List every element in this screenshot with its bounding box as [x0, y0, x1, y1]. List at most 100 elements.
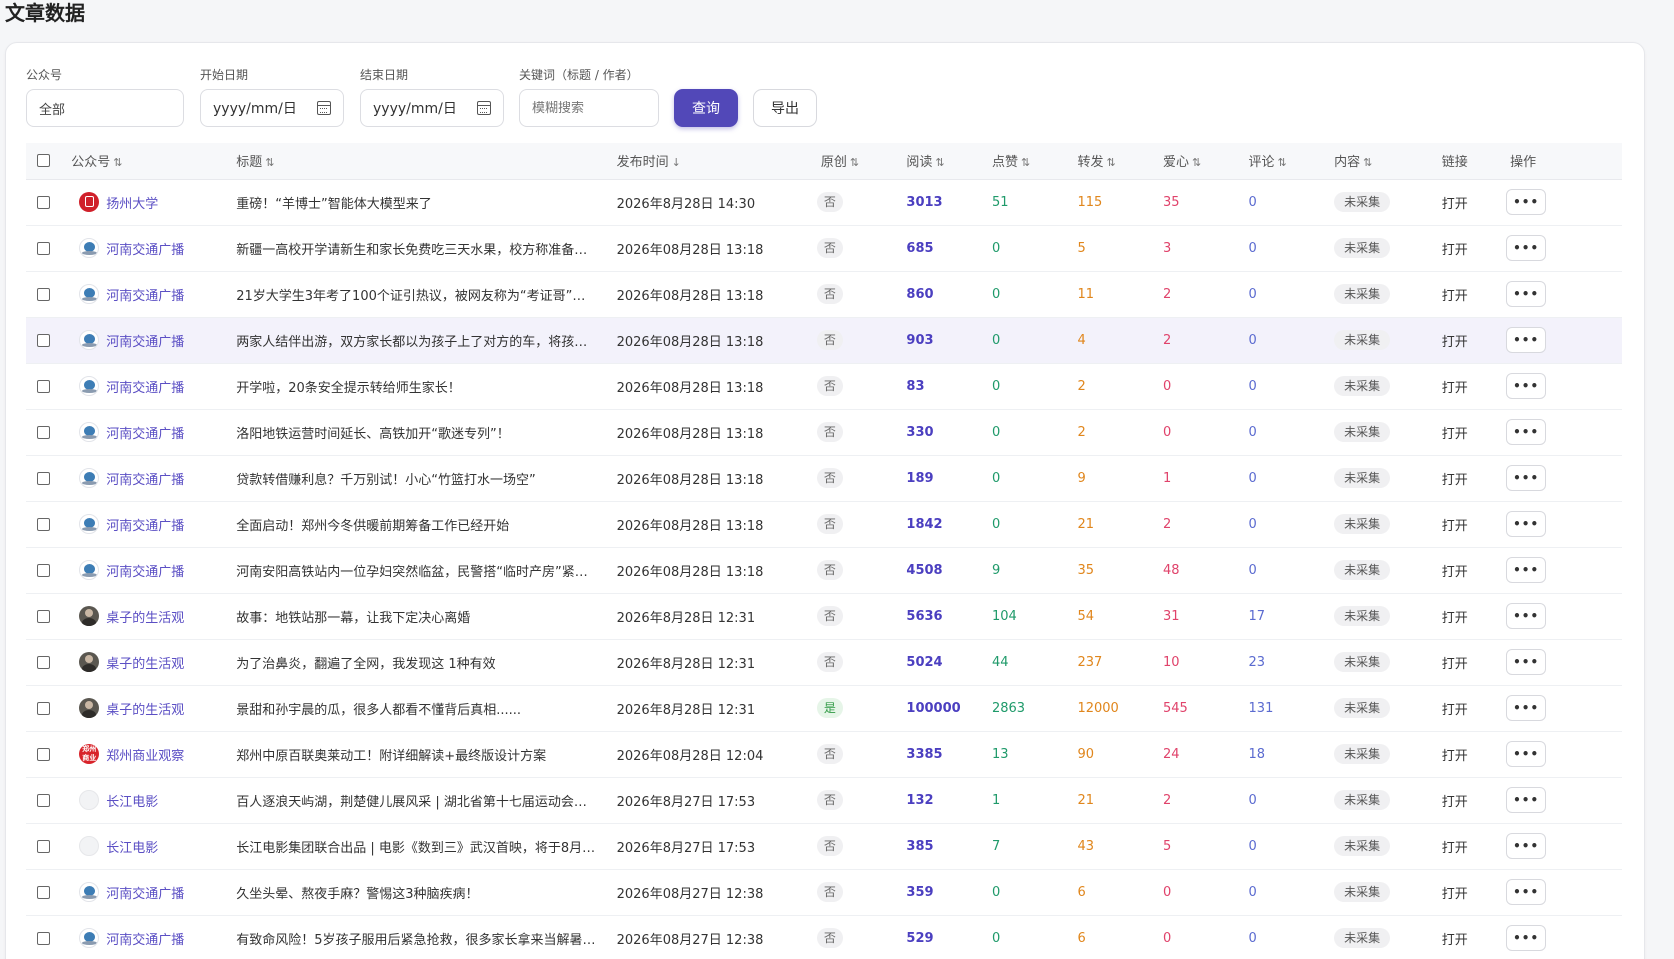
title-cell[interactable]: 洛阳地铁运营时间延长、高铁加开“歌迷专列”！	[227, 409, 608, 456]
calendar-icon[interactable]	[477, 101, 491, 115]
account-name[interactable]: 河南交通广播	[106, 239, 184, 258]
sort-icon[interactable]: ⇅	[1192, 156, 1201, 169]
table-row[interactable]: 河南交通广播 贷款转借赚利息？千万别试！小心“竹篮打水一场空” 2026年08月28…	[26, 455, 1622, 502]
more-actions-button[interactable]: •••	[1506, 833, 1547, 859]
row-checkbox[interactable]	[37, 563, 50, 577]
table-row[interactable]: 扬州大学 重磅！“羊博士”智能体大模型来了 2026年8月28日 14:30 否 301…	[26, 179, 1622, 226]
table-row[interactable]: 河南交通广播 有致命风险！5岁孩子服用后紧急抢救，很多家长拿来当解暑药... 202…	[26, 915, 1622, 959]
more-actions-button[interactable]: •••	[1506, 235, 1547, 261]
row-checkbox[interactable]	[37, 333, 50, 347]
start-date-input[interactable]: yyyy/mm/日	[200, 89, 344, 127]
more-actions-button[interactable]: •••	[1506, 741, 1547, 767]
row-checkbox[interactable]	[37, 287, 50, 301]
open-link[interactable]: 打开	[1442, 703, 1468, 718]
row-checkbox[interactable]	[37, 793, 50, 807]
account-name[interactable]: 桌子的生活观	[106, 607, 184, 626]
account[interactable]: 河南交通广播	[79, 560, 227, 580]
query-button[interactable]: 查询	[674, 89, 738, 127]
more-actions-button[interactable]: •••	[1506, 557, 1547, 583]
table-row[interactable]: 河南交通广播 河南安阳高铁站内一位孕妇突然临盆，民警搭“临时产房”紧急... 202…	[26, 547, 1622, 594]
more-actions-button[interactable]: •••	[1506, 189, 1547, 215]
header-content[interactable]: 内容 ⇅	[1325, 143, 1433, 180]
sort-icon[interactable]: ⇅	[265, 156, 274, 169]
more-actions-button[interactable]: •••	[1506, 787, 1547, 813]
header-like[interactable]: 点赞 ⇅	[982, 143, 1069, 180]
title-cell[interactable]: 新疆一高校开学请新生和家长免费吃三天水果，校方称准备超2...	[227, 225, 608, 272]
account-name[interactable]: 河南交通广播	[106, 515, 184, 534]
open-link[interactable]: 打开	[1442, 611, 1468, 626]
account-select[interactable]: 全部	[26, 89, 184, 127]
select-all-checkbox[interactable]	[37, 154, 50, 168]
table-row[interactable]: 长江电影 百人逐浪天屿湖，荆楚健儿展风采 | 湖北省第十七届运动会群众... 202…	[26, 777, 1622, 824]
account-name[interactable]: 河南交通广播	[106, 883, 184, 902]
more-actions-button[interactable]: •••	[1506, 603, 1547, 629]
account-name[interactable]: 郑州商业观察	[106, 745, 184, 764]
row-checkbox[interactable]	[37, 839, 50, 853]
table-row[interactable]: 桌子的生活观 故事：地铁站那一幕，让我下定决心离婚 2026年8月28日 12:31…	[26, 593, 1622, 640]
open-link[interactable]: 打开	[1442, 243, 1468, 258]
account[interactable]: 河南交通广播	[79, 514, 227, 534]
end-date-input[interactable]: yyyy/mm/日	[360, 89, 504, 127]
more-actions-button[interactable]: •••	[1506, 373, 1547, 399]
more-actions-button[interactable]: •••	[1506, 925, 1547, 951]
account-name[interactable]: 河南交通广播	[106, 285, 184, 304]
title-cell[interactable]: 久坐头晕、熬夜手麻？警惕这3种脑疾病！	[227, 869, 608, 916]
table-row[interactable]: 桌子的生活观 为了治鼻炎，翻遍了全网，我发现这 1种有效 2026年8月28日 12…	[26, 639, 1622, 686]
account[interactable]: 扬州大学	[79, 192, 227, 212]
row-checkbox[interactable]	[37, 885, 50, 899]
header-time[interactable]: 发布时间 ↓	[607, 143, 812, 180]
title-cell[interactable]: 全面启动！郑州今冬供暖前期筹备工作已经开始	[227, 501, 608, 548]
title-cell[interactable]: 百人逐浪天屿湖，荆楚健儿展风采 | 湖北省第十七届运动会群众...	[227, 777, 608, 824]
title-cell[interactable]: 景甜和孙宇晨的瓜，很多人都看不懂背后真相......	[227, 685, 608, 732]
sort-icon[interactable]: ⇅	[850, 156, 859, 169]
account[interactable]: 长江电影	[79, 790, 227, 810]
account[interactable]: 桌子的生活观	[79, 698, 227, 718]
account-name[interactable]: 桌子的生活观	[106, 653, 184, 672]
row-checkbox[interactable]	[37, 241, 50, 255]
title-cell[interactable]: 两家人结伴出游，双方家长都以为孩子上了对方的车，将孩子“...	[227, 317, 608, 364]
account-name[interactable]: 扬州大学	[106, 193, 158, 212]
keyword-input[interactable]	[532, 100, 646, 116]
table-row[interactable]: 郑州 商业 郑州商业观察 郑州中原百联奥莱动工！附详细解读+最终版设计方案 2026年0…	[26, 731, 1622, 778]
account-name[interactable]: 长江电影	[106, 837, 158, 856]
title-cell[interactable]: 故事：地铁站那一幕，让我下定决心离婚	[227, 593, 608, 640]
title-cell[interactable]: 开学啦，20条安全提示转给师生家长！	[227, 363, 608, 410]
account-name[interactable]: 河南交通广播	[106, 561, 184, 580]
header-original[interactable]: 原创 ⇅	[811, 143, 898, 180]
header-love[interactable]: 爱心 ⇅	[1154, 143, 1240, 180]
row-checkbox[interactable]	[37, 379, 50, 393]
sort-icon[interactable]: ⇅	[935, 156, 944, 169]
sort-icon[interactable]: ⇅	[1106, 156, 1115, 169]
row-checkbox[interactable]	[37, 195, 50, 209]
account-name[interactable]: 桌子的生活观	[106, 699, 184, 718]
open-link[interactable]: 打开	[1442, 841, 1468, 856]
keyword-field[interactable]	[519, 89, 659, 127]
table-row[interactable]: 长江电影 长江电影集团联合出品 | 电影《数到三》武汉首映，将于8月28... 20…	[26, 823, 1622, 870]
account[interactable]: 河南交通广播	[79, 238, 227, 258]
row-checkbox[interactable]	[37, 609, 50, 623]
account-name[interactable]: 河南交通广播	[106, 377, 184, 396]
header-read[interactable]: 阅读 ⇅	[897, 143, 983, 180]
account[interactable]: 郑州 商业 郑州商业观察	[79, 744, 227, 764]
header-forward[interactable]: 转发 ⇅	[1068, 143, 1154, 180]
more-actions-button[interactable]: •••	[1506, 649, 1547, 675]
more-actions-button[interactable]: •••	[1506, 281, 1547, 307]
account-name[interactable]: 长江电影	[106, 791, 158, 810]
header-title[interactable]: 标题 ⇅	[227, 143, 608, 180]
account[interactable]: 长江电影	[79, 836, 227, 856]
table-row[interactable]: 河南交通广播 21岁大学生3年考了100个证引热议，被网友称为“考证哥”，... 2…	[26, 271, 1622, 318]
row-checkbox[interactable]	[37, 471, 50, 485]
account[interactable]: 河南交通广播	[79, 330, 227, 350]
more-actions-button[interactable]: •••	[1506, 695, 1547, 721]
table-row[interactable]: 桌子的生活观 景甜和孙宇晨的瓜，很多人都看不懂背后真相...... 2026年8月2…	[26, 685, 1622, 732]
account-name[interactable]: 河南交通广播	[106, 469, 184, 488]
sort-desc-icon[interactable]: ↓	[672, 156, 681, 169]
table-row[interactable]: 河南交通广播 全面启动！郑州今冬供暖前期筹备工作已经开始 2026年08月28日 1…	[26, 501, 1622, 548]
open-link[interactable]: 打开	[1442, 381, 1468, 396]
more-actions-button[interactable]: •••	[1506, 327, 1547, 353]
row-checkbox[interactable]	[37, 747, 50, 761]
account[interactable]: 河南交通广播	[79, 284, 227, 304]
account-name[interactable]: 河南交通广播	[106, 929, 184, 948]
row-checkbox[interactable]	[37, 517, 50, 531]
account-name[interactable]: 河南交通广播	[106, 423, 184, 442]
